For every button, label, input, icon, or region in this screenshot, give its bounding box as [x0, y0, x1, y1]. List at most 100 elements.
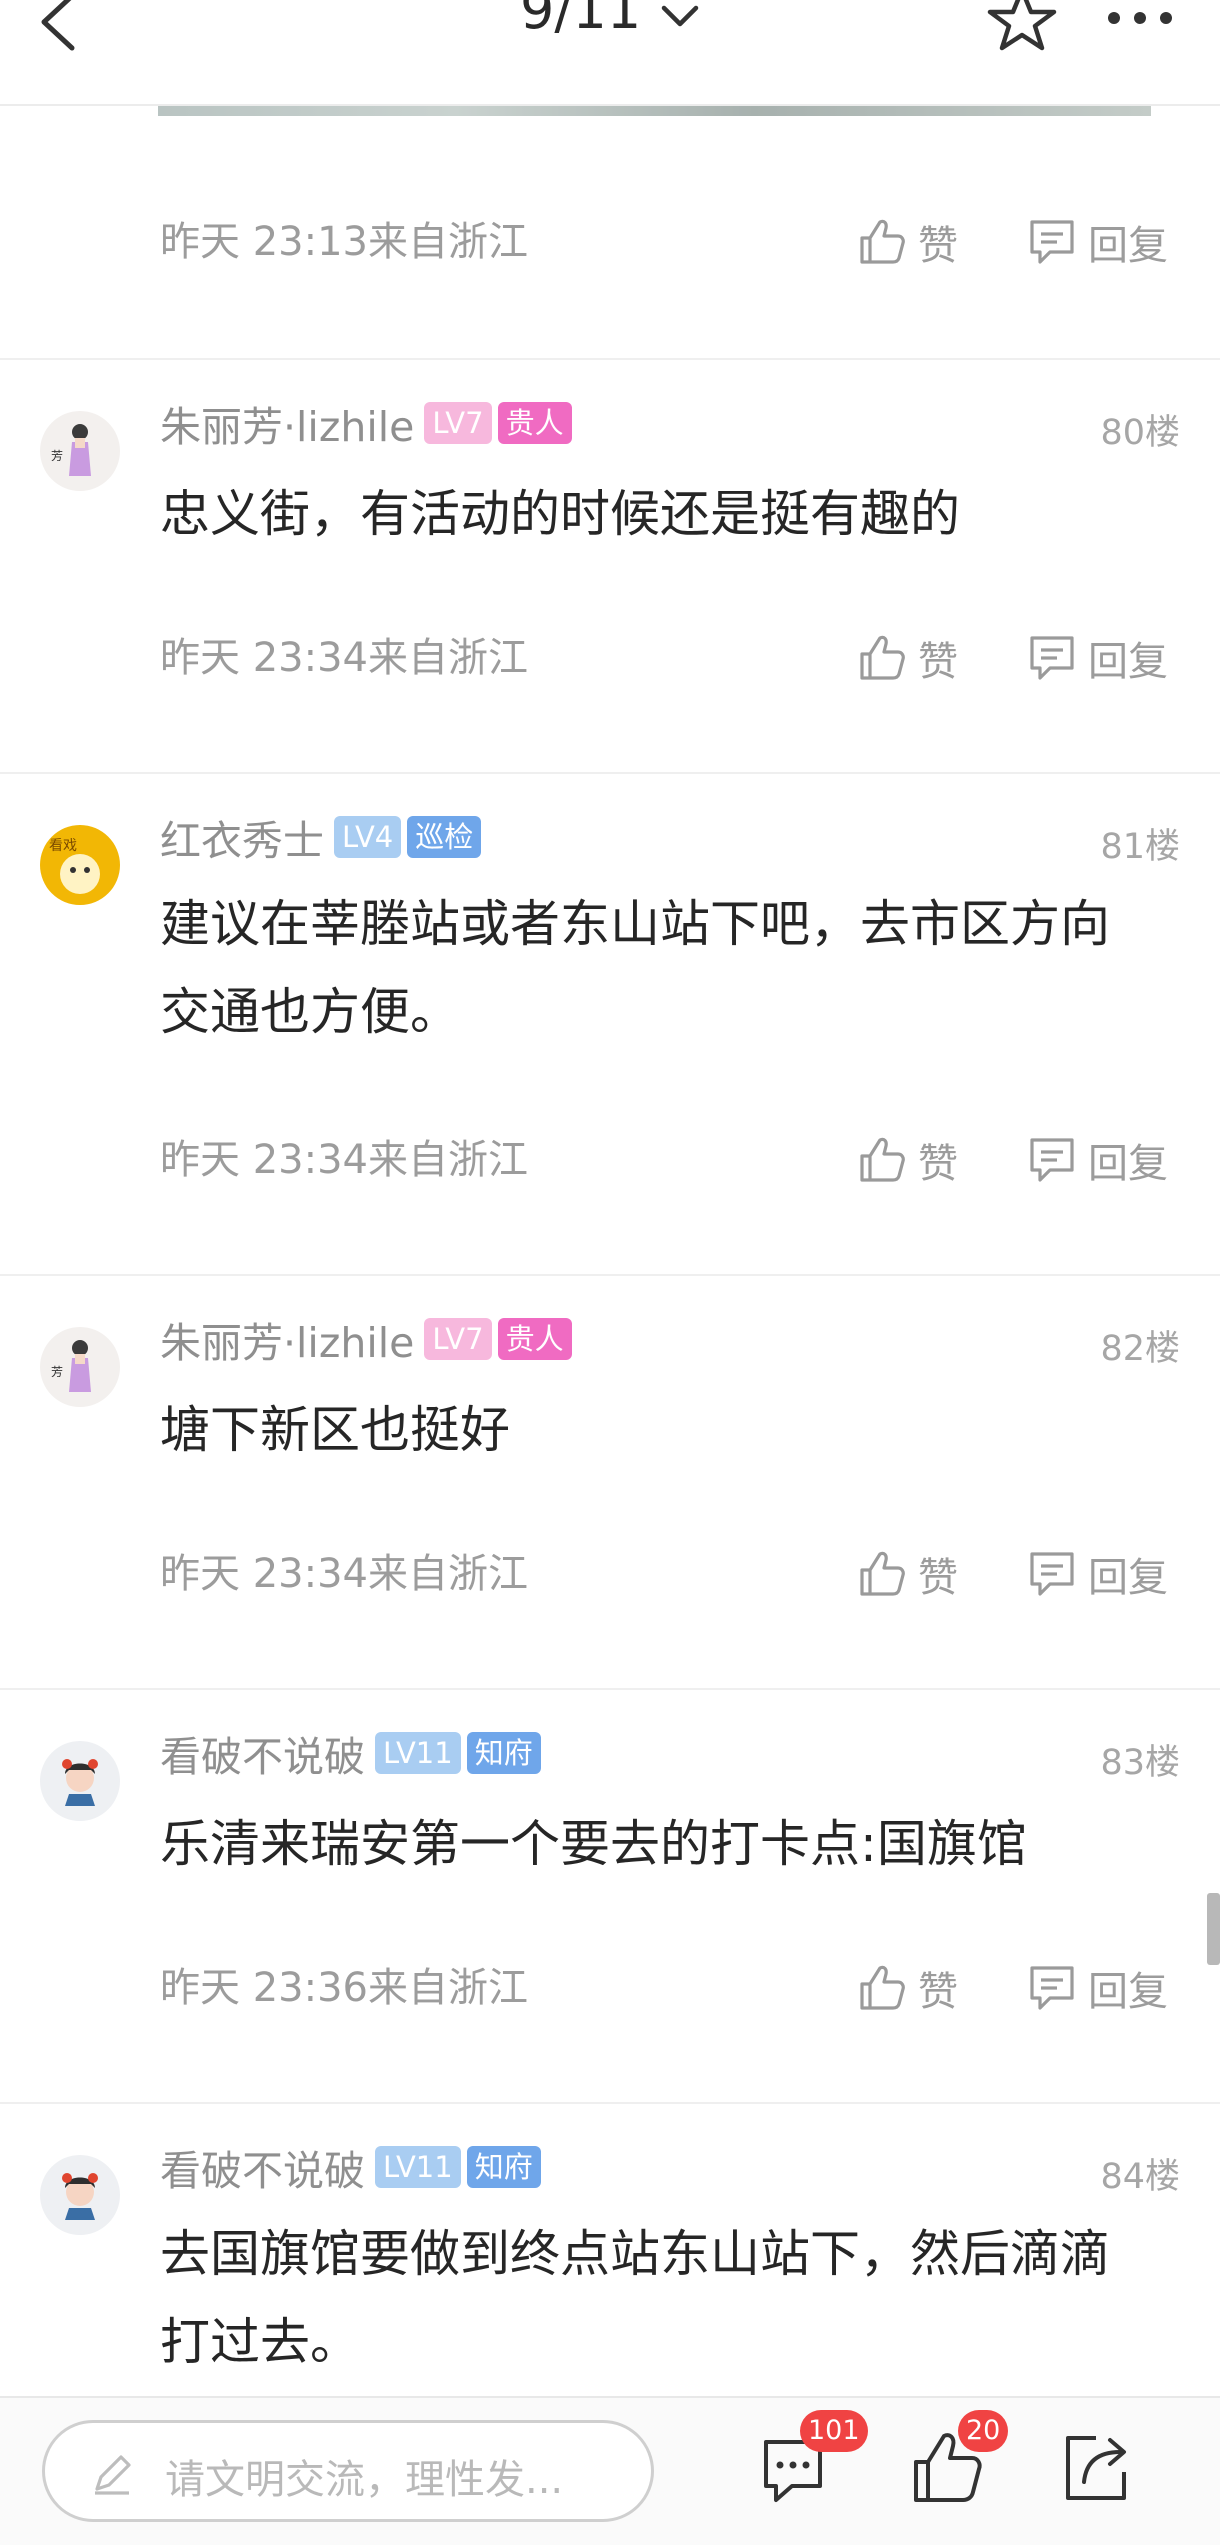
share-icon	[1066, 2436, 1126, 2500]
comment-icon	[1030, 220, 1074, 264]
level-badge: LV4	[334, 816, 402, 858]
like-button[interactable]: 赞	[856, 1958, 958, 2018]
level-badge: LV7	[424, 1318, 492, 1360]
chevron-left-icon	[41, 0, 75, 51]
favorite-button[interactable]	[982, 0, 1062, 52]
post-time: 昨天 23:34来自浙江	[160, 635, 528, 681]
scrollbar-thumb[interactable]	[1207, 1893, 1220, 1965]
like-label: 赞	[918, 223, 958, 269]
floor-number: 80楼	[1100, 413, 1180, 453]
comment-post: 芳 朱丽芳·lizhile LV7 贵人 80楼 忠义街，有活动的时候还是挺有趣…	[0, 358, 1220, 774]
reply-label: 回复	[1088, 1555, 1168, 1601]
comment-content: 乐清来瑞安第一个要去的打卡点:国旗馆	[160, 1815, 1027, 1873]
share-button[interactable]	[1058, 2428, 1138, 2508]
post-time: 昨天 23:36来自浙江	[160, 1965, 528, 2011]
thumbs-up-icon	[860, 635, 905, 680]
reply-button[interactable]: 回复	[1026, 1544, 1168, 1604]
svg-text:看戏: 看戏	[49, 838, 77, 854]
thumbs-up-icon	[860, 1965, 905, 2010]
comment-input-placeholder: 请文明交流，理性发...	[165, 2457, 564, 2503]
comment-content: 建议在莘塍站或者东山站下吧，去市区方向交通也方便。	[160, 895, 1110, 1041]
level-badge: LV11	[375, 1732, 461, 1774]
like-label: 赞	[918, 639, 958, 685]
page-indicator[interactable]: 9/11	[520, 0, 641, 41]
avatar[interactable]: 看戏	[39, 824, 121, 906]
reply-button[interactable]: 回复	[1026, 1130, 1168, 1190]
comment-input[interactable]: 请文明交流，理性发...	[42, 2420, 654, 2522]
more-dots-icon	[1160, 12, 1172, 24]
post-time: 昨天 23:34来自浙江	[160, 1137, 528, 1183]
post-time: 昨天 23:34来自浙江	[160, 1551, 528, 1597]
reply-label: 回复	[1088, 639, 1168, 685]
post-meta-row: 昨天 23:36来自浙江 赞 回复	[160, 1958, 1180, 2018]
floor-number: 83楼	[1100, 1743, 1180, 1783]
title-badge: 贵人	[497, 1318, 572, 1360]
comment-icon	[1030, 636, 1074, 680]
title-badge: 知府	[466, 1732, 541, 1774]
floor-number: 82楼	[1100, 1329, 1180, 1369]
reply-button[interactable]: 回复	[1026, 628, 1168, 688]
comment-post: 芳 朱丽芳·lizhile LV7 贵人 82楼 塘下新区也挺好 昨天 23:3…	[0, 1274, 1220, 1690]
avatar[interactable]	[39, 1740, 121, 1822]
reply-label: 回复	[1088, 1141, 1168, 1187]
comment-content: 忠义街，有活动的时候还是挺有趣的	[160, 485, 960, 543]
back-button[interactable]	[30, 0, 90, 52]
like-label: 赞	[918, 1141, 958, 1187]
thumbs-up-icon	[860, 1551, 905, 1596]
username[interactable]: 红衣秀士	[160, 807, 324, 867]
username[interactable]: 看破不说破	[160, 1723, 365, 1783]
username[interactable]: 朱丽芳·lizhile	[160, 393, 414, 453]
like-button[interactable]: 赞	[856, 628, 958, 688]
reply-button[interactable]: 回复	[1026, 212, 1168, 272]
more-options-button[interactable]	[1100, 6, 1180, 36]
user-info-line: 看破不说破 LV11 知府	[160, 1728, 547, 1781]
post-meta-row: 昨天 23:34来自浙江 赞 回复	[160, 1544, 1180, 1604]
username[interactable]: 朱丽芳·lizhile	[160, 1309, 414, 1369]
comment-post: 看破不说破 LV11 知府 84楼 去国旗馆要做到终点站东山站下，然后滴滴打过去…	[0, 2102, 1220, 2398]
title-badge: 贵人	[497, 402, 572, 444]
chevron-down-icon[interactable]	[660, 4, 700, 36]
comment-icon	[1030, 1138, 1074, 1182]
like-label: 赞	[918, 1969, 958, 2015]
comment-post: 看戏 红衣秀士 LV4 巡检 81楼 建议在莘塍站或者东山站下吧，去市区方向交通…	[0, 772, 1220, 1276]
comment-content: 塘下新区也挺好	[160, 1401, 510, 1459]
bottom-action-bar: 请文明交流，理性发... 101 20	[0, 2396, 1220, 2545]
post-meta-row: 昨天 23:34来自浙江 赞 回复	[160, 628, 1180, 688]
user-info-line: 看破不说破 LV11 知府	[160, 2142, 547, 2195]
floor-number: 81楼	[1100, 827, 1180, 867]
more-dots-icon	[1134, 12, 1146, 24]
user-info-line: 朱丽芳·lizhile LV7 贵人	[160, 398, 578, 451]
like-label: 赞	[918, 1555, 958, 1601]
level-badge: LV7	[424, 402, 492, 444]
comment-post: 看破不说破 LV11 知府 83楼 乐清来瑞安第一个要去的打卡点:国旗馆 昨天 …	[0, 1688, 1220, 2104]
level-badge: LV11	[375, 2146, 461, 2188]
comment-count-badge: 101	[800, 2410, 868, 2452]
avatar[interactable]	[39, 2154, 121, 2236]
like-button[interactable]: 赞	[856, 1130, 958, 1190]
svg-text:芳: 芳	[51, 449, 63, 463]
post-time: 昨天 23:13来自浙江	[160, 219, 528, 265]
user-info-line: 红衣秀士 LV4 巡检	[160, 812, 487, 865]
user-info-line: 朱丽芳·lizhile LV7 贵人	[160, 1314, 578, 1367]
comment-icon	[1030, 1966, 1074, 2010]
avatar[interactable]: 芳	[39, 410, 121, 492]
thumbs-up-icon	[860, 1137, 905, 1182]
comment-content: 去国旗馆要做到终点站东山站下，然后滴滴打过去。	[160, 2225, 1110, 2371]
post-meta-row: 昨天 23:34来自浙江 赞 回复	[160, 1130, 1180, 1190]
like-button[interactable]: 赞	[856, 1544, 958, 1604]
like-button[interactable]: 赞	[856, 212, 958, 272]
title-badge: 知府	[466, 2146, 541, 2188]
like-count-badge: 20	[958, 2410, 1009, 2452]
username[interactable]: 看破不说破	[160, 2137, 365, 2197]
reply-label: 回复	[1088, 223, 1168, 269]
more-dots-icon	[1108, 12, 1120, 24]
svg-text:芳: 芳	[51, 1365, 63, 1379]
comment-icon	[1030, 1552, 1074, 1596]
avatar[interactable]: 芳	[39, 1326, 121, 1408]
title-badge: 巡检	[407, 816, 482, 858]
top-navigation-bar: 9/11	[0, 0, 1220, 106]
post-meta-row: 昨天 23:13来自浙江 赞 回复	[160, 212, 1180, 272]
reply-button[interactable]: 回复	[1026, 1958, 1168, 2018]
floor-number: 84楼	[1100, 2157, 1180, 2197]
thumbs-up-icon	[860, 219, 905, 264]
